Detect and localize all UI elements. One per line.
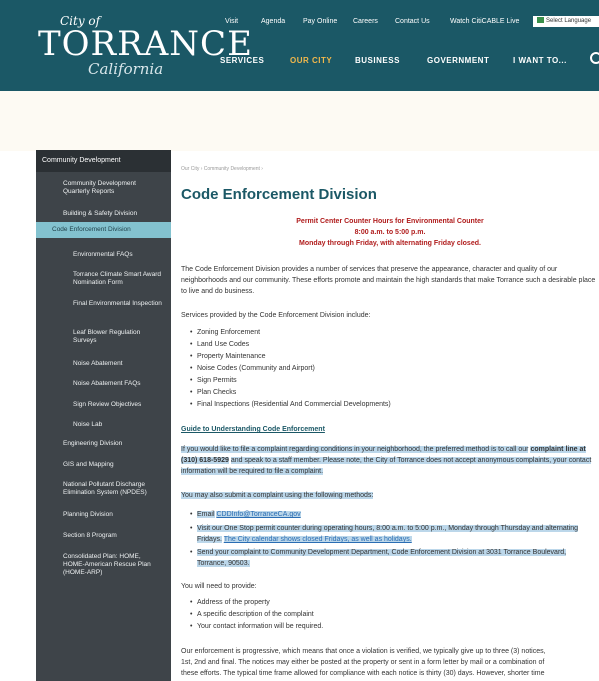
nav-our-city[interactable]: OUR CITY: [290, 56, 332, 65]
service-item: Plan Checks: [190, 389, 236, 396]
sidebar-item-environmental-faqs[interactable]: Environmental FAQs: [73, 251, 133, 259]
nav-business[interactable]: BUSINESS: [355, 56, 400, 65]
sidebar-item-code-enforcement-label: Code Enforcement Division: [52, 226, 131, 233]
progressive-line-1: Our enforcement is progressive, which me…: [181, 648, 546, 655]
complaint-paragraph: If you would like to file a complaint re…: [181, 444, 596, 477]
sidebar-item-climate-award[interactable]: Torrance Climate Smart Award Nomination …: [73, 271, 163, 287]
service-item: Noise Codes (Community and Airport): [190, 365, 315, 372]
language-select-label: Select Language: [546, 18, 592, 24]
method-email-label: Email: [197, 511, 215, 518]
service-item: Zoning Enforcement: [190, 329, 260, 336]
sidebar-item-final-inspection[interactable]: Final Environmental Inspection: [73, 300, 163, 308]
complaint-text-1: If you would like to file a complaint re…: [181, 446, 529, 453]
utility-link-visit[interactable]: Visit: [225, 18, 238, 25]
sidebar-item-leaf-blower[interactable]: Leaf Blower Regulation Surveys: [73, 329, 163, 345]
service-item: Land Use Codes: [190, 341, 249, 348]
sidebar-item-npdes[interactable]: National Pollutant Discharge Elimination…: [63, 481, 163, 497]
methods-intro-text: You may also submit a complaint using th…: [181, 492, 374, 499]
sidebar-item-section-8[interactable]: Section 8 Program: [63, 532, 117, 540]
method-item-email: Email CDDInfo@TorranceCA.gov: [190, 511, 301, 518]
translate-flag-icon: [537, 17, 544, 24]
provide-intro: You will need to provide:: [181, 583, 257, 590]
hours-line-1: Permit Center Counter Hours for Environm…: [296, 218, 484, 225]
nav-services[interactable]: SERVICES: [220, 56, 264, 65]
email-link[interactable]: CDDInfo@TorranceCA.gov: [216, 511, 301, 518]
nav-i-want-to[interactable]: I WANT TO...: [513, 56, 567, 65]
utility-link-careers[interactable]: Careers: [353, 18, 378, 25]
methods-intro: You may also submit a complaint using th…: [181, 490, 596, 501]
sidebar-item-building-safety[interactable]: Building & Safety Division: [63, 210, 137, 218]
provide-item: Your contact information will be require…: [190, 623, 323, 630]
sidebar: Community Development Community Developm…: [36, 150, 171, 681]
language-select[interactable]: Select Language: [533, 16, 599, 27]
sidebar-item-engineering[interactable]: Engineering Division: [63, 440, 122, 448]
utility-link-watch-citicable[interactable]: Watch CitiCABLE Live: [450, 18, 519, 25]
sidebar-item-noise-abatement-faqs[interactable]: Noise Abatement FAQs: [73, 380, 141, 388]
sidebar-head[interactable]: Community Development: [36, 150, 171, 172]
sidebar-item-noise-lab[interactable]: Noise Lab: [73, 421, 102, 429]
method-item-visit: Visit our One Stop permit counter during…: [190, 523, 594, 545]
page-banner: [0, 91, 599, 151]
service-item: Property Maintenance: [190, 353, 266, 360]
services-intro: Services provided by the Code Enforcemen…: [181, 312, 371, 319]
sidebar-item-planning[interactable]: Planning Division: [63, 511, 113, 519]
intro-paragraph: The Code Enforcement Division provides a…: [181, 266, 596, 295]
breadcrumb[interactable]: Our City › Community Development ›: [181, 166, 263, 172]
progressive-line-2: 1st, 2nd and final. The notices may eith…: [181, 659, 545, 666]
method-send-text: Send your complaint to Community Develop…: [197, 549, 567, 567]
city-logo[interactable]: City of TORRANCE California: [38, 14, 252, 78]
sidebar-item-sign-review[interactable]: Sign Review Objectives: [73, 401, 141, 409]
sidebar-item-gis-mapping[interactable]: GIS and Mapping: [63, 461, 114, 469]
sidebar-head-label: Community Development: [42, 157, 121, 164]
sidebar-item-noise-abatement[interactable]: Noise Abatement: [73, 360, 123, 368]
hours-line-2: 8:00 a.m. to 5:00 p.m.: [354, 229, 426, 236]
guide-link[interactable]: Guide to Understanding Code Enforcement: [181, 426, 325, 433]
service-item: Sign Permits: [190, 377, 237, 384]
city-calendar-link[interactable]: The City calendar shows closed Fridays, …: [223, 536, 412, 543]
sidebar-item-consolidated-plan[interactable]: Consolidated Plan: HOME, HOME-American R…: [63, 553, 163, 577]
page-title: Code Enforcement Division: [181, 186, 377, 203]
hours-line-3: Monday through Friday, with alternating …: [299, 240, 481, 247]
provide-item: Address of the property: [190, 599, 270, 606]
provide-item: A specific description of the complaint: [190, 611, 314, 618]
search-icon[interactable]: [590, 52, 599, 64]
nav-government[interactable]: GOVERNMENT: [427, 56, 489, 65]
logo-state: California: [88, 60, 164, 78]
utility-link-pay-online[interactable]: Pay Online: [303, 18, 337, 25]
method-item-send: Send your complaint to Community Develop…: [190, 547, 594, 569]
utility-link-contact-us[interactable]: Contact Us: [395, 18, 430, 25]
sidebar-item-quarterly-reports[interactable]: Community Development Quarterly Reports: [63, 180, 163, 196]
service-item: Final Inspections (Residential And Comme…: [190, 401, 391, 408]
sidebar-item-code-enforcement[interactable]: Code Enforcement Division: [36, 222, 171, 238]
complaint-text-2: and speak to a staff member. Please note…: [181, 457, 592, 475]
utility-link-agenda[interactable]: Agenda: [261, 18, 285, 25]
progressive-line-3: these efforts. The typical time frame al…: [181, 670, 545, 677]
